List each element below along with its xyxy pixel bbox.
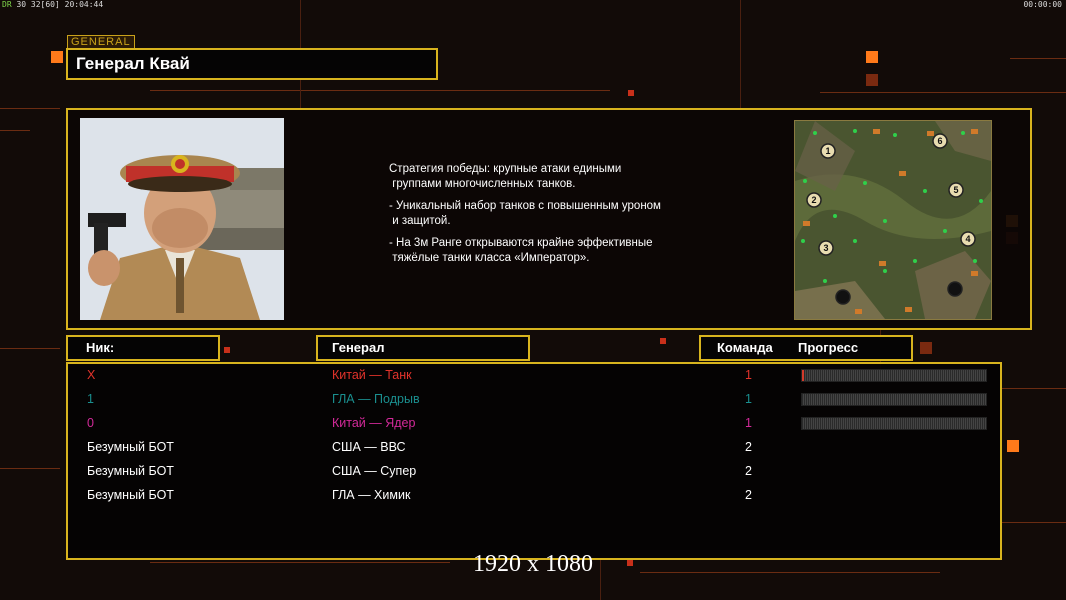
- player-row: Безумный БОТ США — ВВС 2: [68, 436, 1000, 460]
- general-name: Генерал Квай: [76, 54, 190, 73]
- player-general: ГЛА — Подрыв: [332, 392, 420, 406]
- column-header-team-progress: Команда Прогресс: [699, 335, 913, 361]
- description-line-3: - На 3м Ранге открываются крайне эффекти…: [389, 237, 653, 264]
- player-progress-bar: [801, 417, 987, 430]
- player-general: США — Супер: [332, 464, 417, 478]
- player-row: Безумный БОТ ГЛА — Химик 2: [68, 484, 1000, 508]
- player-team: 1: [745, 392, 752, 406]
- player-row: Безумный БОТ США — Супер 2: [68, 460, 1000, 484]
- player-team: 2: [745, 464, 752, 478]
- player-nick: Безумный БОТ: [87, 464, 174, 478]
- column-label-team: Команда: [717, 340, 773, 355]
- start-marker-4: 4: [965, 234, 970, 244]
- player-general: США — ВВС: [332, 440, 406, 454]
- player-progress-bar: [801, 369, 987, 382]
- start-marker-5: 5: [953, 185, 958, 195]
- column-label-nick: Ник:: [86, 340, 115, 355]
- player-general: Китай — Ядер: [332, 416, 416, 430]
- player-nick: 1: [87, 392, 94, 406]
- debug-hud-right: 00:00:00: [1023, 0, 1062, 9]
- start-marker-2: 2: [811, 195, 816, 205]
- player-row: X Китай — Танк 1: [68, 364, 1000, 388]
- player-row: 0 Китай — Ядер 1: [68, 412, 1000, 436]
- column-label-progress: Прогресс: [798, 340, 859, 355]
- start-marker-6: 6: [937, 136, 942, 146]
- column-header-general: Генерал: [316, 335, 530, 361]
- general-info-panel: Стратегия победы: крупные атаки едиными …: [66, 108, 1032, 330]
- general-title-box: Генерал Квай: [66, 48, 438, 80]
- column-label-general: Генерал: [332, 340, 385, 355]
- map-preview: 1 6 2 5 3 4: [794, 120, 992, 320]
- player-row: 1 ГЛА — Подрыв 1: [68, 388, 1000, 412]
- player-nick: 0: [87, 416, 94, 430]
- hud-prefix: DR: [2, 0, 12, 9]
- debug-hud-left: DR 30 32[60] 20:04:44: [2, 0, 103, 9]
- player-nick: Безумный БОТ: [87, 488, 174, 502]
- player-nick: X: [87, 368, 96, 382]
- player-team: 2: [745, 488, 752, 502]
- player-general: Китай — Танк: [332, 368, 412, 382]
- resolution-label: 1920 x 1080: [473, 551, 593, 577]
- progress-fill: [802, 370, 804, 381]
- player-team: 2: [745, 440, 752, 454]
- description-line-1: Стратегия победы: крупные атаки едиными …: [389, 163, 622, 190]
- player-progress-bar: [801, 393, 987, 406]
- players-list: X Китай — Танк 1 1 ГЛА — Подрыв 1 0 Кита…: [66, 362, 1002, 560]
- player-team: 1: [745, 416, 752, 430]
- player-team: 1: [745, 368, 752, 382]
- hud-stats: 30 32[60] 20:04:44: [16, 0, 104, 9]
- player-nick: Безумный БОТ: [87, 440, 174, 454]
- start-marker-1: 1: [825, 146, 830, 156]
- general-tag: GENERAL: [67, 35, 135, 49]
- general-description: Стратегия победы: крупные атаки едиными …: [389, 162, 709, 273]
- general-portrait: [80, 118, 284, 320]
- start-marker-3: 3: [823, 243, 828, 253]
- description-line-2: - Уникальный набор танков с повышенным у…: [389, 200, 661, 227]
- player-general: ГЛА — Химик: [332, 488, 411, 502]
- column-header-nick: Ник:: [66, 335, 220, 361]
